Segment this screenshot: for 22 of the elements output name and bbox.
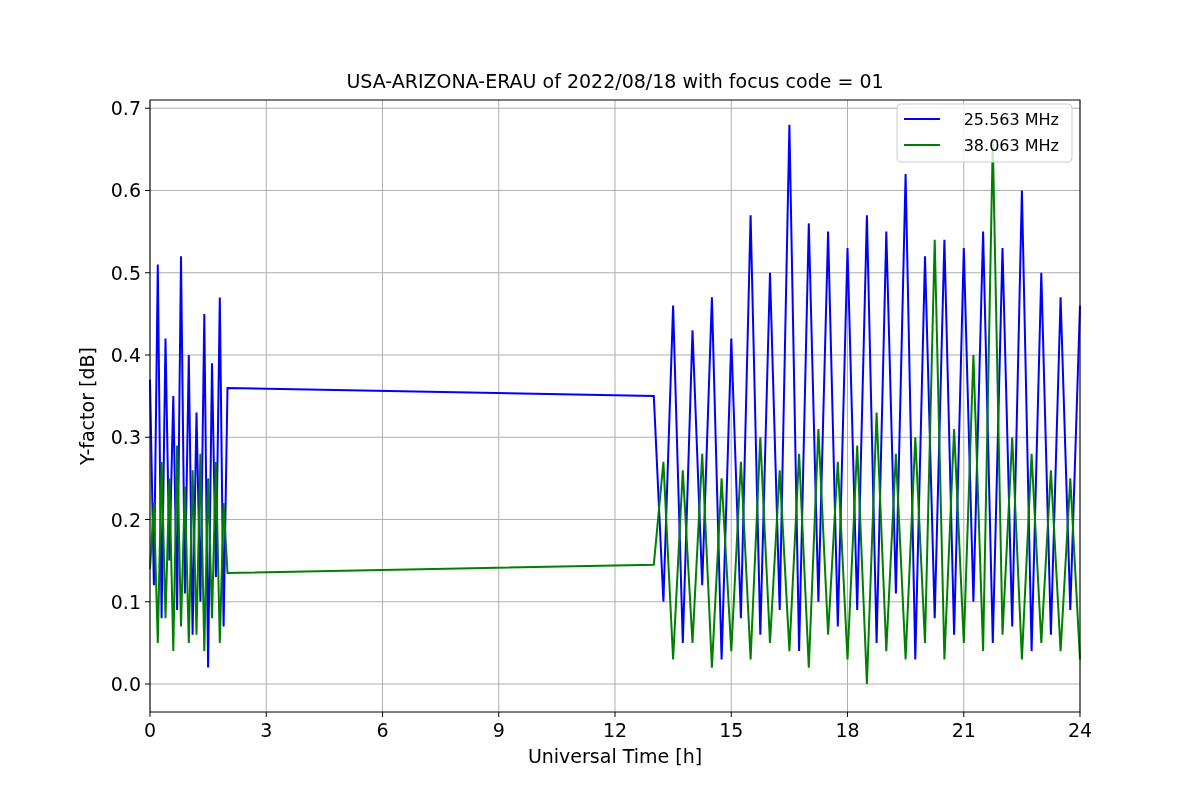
tick-label: 3 (260, 719, 273, 741)
tick-label: 0.7 (110, 97, 141, 120)
tick-label: 6 (376, 719, 389, 741)
tick-label: 12 (602, 719, 628, 741)
tick-label: 18 (835, 719, 860, 741)
tick-label: 0.4 (110, 344, 141, 366)
tick-label: 0.5 (110, 261, 141, 284)
x-axis-label: Universal Time [h] (527, 745, 703, 767)
tick-label: 0.1 (110, 590, 141, 613)
tick-label: 0 (143, 719, 157, 741)
legend-label: 25.563 MHz (963, 110, 1059, 129)
tick-label: 0.2 (110, 508, 141, 531)
tick-label: 0.3 (110, 426, 141, 449)
tick-label: 0.0 (110, 673, 141, 696)
legend-label: 38.063 MHz (963, 136, 1059, 155)
tick-label: 0.6 (110, 179, 141, 202)
chart-title: USA-ARIZONA-ERAU of 2022/08/18 with focus code = 01 (346, 70, 884, 92)
tick-label: 15 (719, 719, 744, 741)
tick-label: 21 (951, 719, 976, 741)
tick-label: 9 (492, 719, 505, 741)
tick-label: 24 (1067, 719, 1093, 741)
y-axis-label: Y-factor [dB] (76, 347, 98, 465)
